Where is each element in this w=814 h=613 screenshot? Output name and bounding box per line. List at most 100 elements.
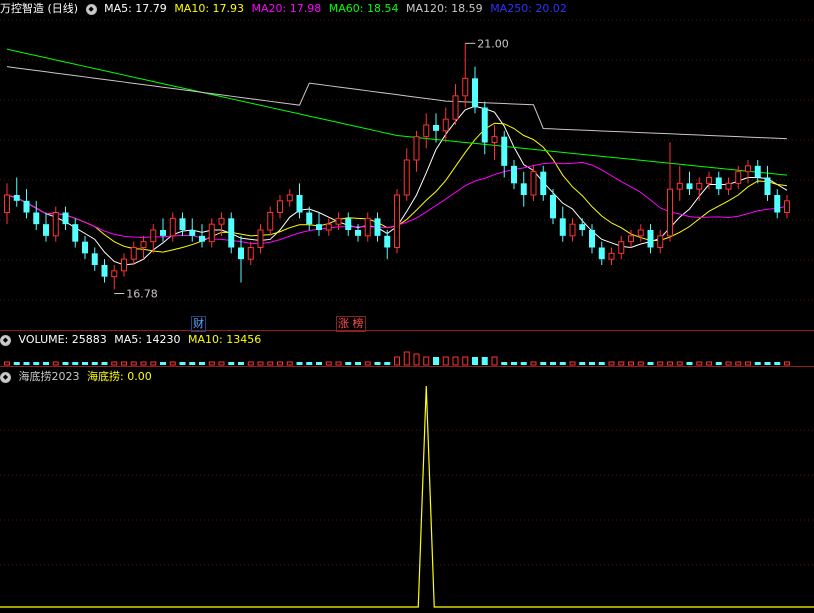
volume-bar <box>199 362 205 365</box>
volume-bar <box>452 356 459 366</box>
candle-body <box>686 183 693 190</box>
volume-bar <box>91 362 98 365</box>
candle-body <box>238 247 244 260</box>
candle-body <box>286 194 293 202</box>
volume-bar <box>335 361 342 366</box>
candle-body <box>569 223 576 237</box>
volume-bar <box>394 356 400 366</box>
candle-body <box>647 230 654 248</box>
volume-bar <box>784 361 790 366</box>
volume-bar <box>364 361 371 366</box>
candle-body <box>111 270 118 278</box>
candle-body <box>199 235 205 242</box>
candle-body <box>403 159 410 196</box>
candle-body <box>579 224 586 230</box>
candle-body <box>550 195 556 219</box>
candle-body <box>169 217 176 237</box>
volume-bar <box>696 361 703 366</box>
candle-body <box>618 241 625 254</box>
candle-body <box>715 177 722 190</box>
candle-body <box>608 252 615 260</box>
volume-bar <box>403 351 410 366</box>
candle-body <box>706 177 712 184</box>
volume-bar <box>501 362 508 365</box>
candle-body <box>384 235 391 248</box>
candle-body <box>472 78 478 108</box>
candle-body <box>394 194 400 248</box>
volume-bar <box>745 361 751 366</box>
volume-bar <box>130 361 137 366</box>
volume-bar <box>774 362 781 365</box>
candle-body <box>374 218 381 236</box>
volume-bar <box>706 361 712 366</box>
volume-bar <box>520 362 527 365</box>
candle-body <box>257 229 264 248</box>
candle-body <box>23 200 30 213</box>
volume-bar <box>247 361 254 366</box>
volume-bar <box>101 362 108 365</box>
candle-body <box>296 195 303 213</box>
candle-body <box>452 95 459 120</box>
low-price-label: 16.78 <box>126 288 158 301</box>
candle-body <box>4 194 10 213</box>
candle-body <box>442 118 449 132</box>
volume-bar <box>208 361 215 366</box>
candle-body <box>364 217 371 237</box>
candlesticks <box>4 43 790 290</box>
volume-bar <box>4 361 10 366</box>
candle-body <box>150 229 157 243</box>
volume-bar <box>433 357 439 365</box>
candle-body <box>52 212 59 237</box>
candle-body <box>501 136 508 166</box>
volume-bar <box>140 361 147 366</box>
indicator-plot <box>0 385 814 608</box>
ma120-line <box>6 66 788 140</box>
candle-body <box>13 195 20 201</box>
candle-body <box>72 224 79 242</box>
volume-bar <box>169 361 176 366</box>
volume-bar <box>764 362 771 365</box>
candle-body <box>667 188 673 237</box>
volume-bar <box>23 362 30 365</box>
volume-bar <box>569 361 576 366</box>
candle-body <box>433 125 439 131</box>
volume-bar <box>228 362 235 365</box>
candle-body <box>559 218 566 236</box>
volume-bar <box>13 362 20 365</box>
volume-bar <box>82 362 88 365</box>
candle-body <box>784 200 790 213</box>
volume-bar <box>286 361 293 366</box>
volume-bar <box>345 362 352 365</box>
volume-bar <box>238 362 244 365</box>
candle-body <box>179 218 186 230</box>
candle-body <box>335 217 342 225</box>
candle-body <box>121 258 127 272</box>
volume-bar <box>277 361 283 366</box>
candle-body <box>735 171 742 184</box>
volume-bar <box>511 362 517 365</box>
volume-bar <box>52 361 59 366</box>
chart-canvas[interactable]: 21.00 16.78 <box>0 0 814 613</box>
candle-body <box>277 200 283 213</box>
candle-body <box>628 235 634 243</box>
candle-body <box>637 229 644 237</box>
volume-bar <box>598 362 605 365</box>
volume-bar <box>218 361 225 366</box>
volume-bar <box>296 362 303 365</box>
volume-bar <box>637 361 644 366</box>
candle-body <box>101 265 108 277</box>
candle-body <box>511 165 517 184</box>
volume-bars <box>4 351 790 366</box>
candle-body <box>676 182 683 190</box>
candle-body <box>745 165 751 173</box>
candle-body <box>462 77 469 97</box>
volume-bar <box>462 356 469 366</box>
candle-body <box>598 247 605 260</box>
volume-bar <box>618 361 625 366</box>
candle-body <box>130 247 137 260</box>
volume-bar <box>481 357 488 365</box>
volume-bar <box>189 362 196 365</box>
candle-body <box>228 218 235 248</box>
candle-body <box>413 136 420 161</box>
volume-bar <box>715 362 722 365</box>
